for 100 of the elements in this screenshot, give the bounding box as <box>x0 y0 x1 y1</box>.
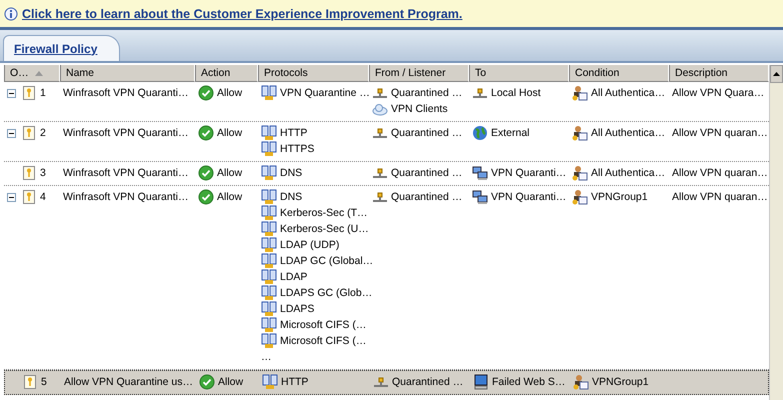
action-label: Allow <box>217 191 242 203</box>
protocol-label: LDAP GC (Global… <box>280 255 374 267</box>
key-icon <box>21 165 37 181</box>
column-header[interactable]: From / Listener <box>369 65 469 82</box>
protocol-icon <box>261 301 277 317</box>
source-label: Quarantined … <box>391 87 462 99</box>
protocol-icon <box>261 221 277 237</box>
computers-icon <box>472 165 488 181</box>
globe-icon <box>472 125 488 141</box>
condition-label: VPNGroup1 <box>591 191 648 203</box>
column-header[interactable]: To <box>469 65 569 82</box>
protocol-icon <box>261 253 277 269</box>
rule-name: Winfrasoft VPN Quaranti… <box>63 127 188 139</box>
action-label: Allow <box>218 376 244 388</box>
column-header[interactable]: Name <box>60 65 195 82</box>
collapse-toggle[interactable] <box>7 128 16 138</box>
destination-label: Failed Web S… <box>492 376 566 388</box>
destination-label: VPN Quaranti… <box>491 167 566 179</box>
scroll-bar[interactable] <box>769 65 783 400</box>
collapse-toggle[interactable] <box>7 192 16 202</box>
protocol-icon <box>261 333 277 349</box>
collapse-toggle[interactable] <box>7 88 16 98</box>
protocol-icon <box>261 189 277 205</box>
protocol-icon <box>261 285 277 301</box>
cloud-icon <box>372 101 388 117</box>
protocol-label: Kerberos-Sec (U… <box>280 223 369 235</box>
check-icon <box>199 374 215 390</box>
users-icon <box>572 125 588 141</box>
info-icon <box>4 6 18 20</box>
condition-label: All Authentica… <box>591 87 666 99</box>
minus-icon <box>9 132 14 134</box>
action-label: Allow <box>217 127 242 139</box>
protocol-icon <box>261 317 277 333</box>
rule-name: Winfrasoft VPN Quaranti… <box>63 87 188 99</box>
tab[interactable]: Firewall Policy <box>3 35 120 61</box>
rule-name: Winfrasoft VPN Quaranti… <box>63 167 188 179</box>
protocol-label: DNS <box>280 191 302 203</box>
action-label: Allow <box>217 167 242 179</box>
table-row[interactable]: 3 Winfrasoft VPN Quaranti… Allow DNS Quarantined … VPN Quaranti… All Authentica… Allow VPN quaran… <box>4 162 769 186</box>
protocol-label: Kerberos-Sec (T… <box>280 207 368 219</box>
column-header[interactable]: Protocols <box>258 65 369 82</box>
table-row[interactable]: 5 Allow VPN Quarantine us… Allow HTTP Quarantined … Failed Web S… VPNGroup1 <box>4 370 769 395</box>
condition-label: All Authentica… <box>591 127 666 139</box>
protocol-icon <box>261 85 277 101</box>
order-number: 1 <box>40 87 46 99</box>
description-label: Allow VPN quaran… <box>672 191 768 203</box>
rule-name: Winfrasoft VPN Quaranti… <box>63 191 188 203</box>
check-icon <box>198 189 214 205</box>
column-header[interactable]: Action <box>195 65 258 82</box>
protocol-label: LDAPS GC (Glob… <box>280 287 372 299</box>
users-icon <box>572 165 588 181</box>
protocol-icon <box>262 374 278 390</box>
protocol-icon <box>261 237 277 253</box>
users-icon <box>572 85 588 101</box>
protocol-label: VPN Quarantine … <box>280 87 370 99</box>
protocol-label: LDAP <box>280 271 308 283</box>
column-header[interactable]: Condition <box>569 65 669 82</box>
protocol-label: DNS <box>280 167 302 179</box>
destination-label: VPN Quaranti… <box>491 191 566 203</box>
description-label: Allow VPN quaran… <box>672 127 768 139</box>
condition-label: All Authentica… <box>591 167 666 179</box>
source-label: VPN Clients <box>391 103 448 115</box>
protocol-label: Microsoft CIFS (… <box>280 335 366 347</box>
key-icon <box>21 189 37 205</box>
protocol-label: HTTP <box>280 127 308 139</box>
protocol-icon <box>261 205 277 221</box>
source-label: Quarantined … <box>391 127 462 139</box>
protocol-icon <box>261 165 277 181</box>
computers-icon <box>472 189 488 205</box>
minus-icon <box>9 92 14 94</box>
order-number: 5 <box>41 376 47 388</box>
table-row[interactable]: 1 Winfrasoft VPN Quaranti… Allow VPN Quarantine … Quarantined … VPN Clients Local Host All Authentica… Allow VPN Quara… <box>4 82 769 122</box>
column-header[interactable]: Description <box>669 65 769 82</box>
protocol-label: LDAPS <box>280 303 314 315</box>
protocol-label: HTTPS <box>280 143 314 155</box>
protocol-label: Microsoft CIFS (… <box>280 319 366 331</box>
source-label: Quarantined … <box>391 167 462 179</box>
order-number: 3 <box>40 167 46 179</box>
protocol-icon <box>261 125 277 141</box>
monitor-icon <box>473 374 489 390</box>
table-row[interactable]: 2 Winfrasoft VPN Quaranti… Allow HTTP HTTPS Quarantined … External All Authentica… Allow VPN quaran… <box>4 122 769 162</box>
order-number: 2 <box>40 127 46 139</box>
protocol-icon <box>261 141 277 157</box>
protocol-icon <box>261 269 277 285</box>
users-icon <box>573 374 589 390</box>
sort-icon <box>34 70 43 76</box>
protocol-label: HTTP <box>281 376 308 388</box>
column-header[interactable]: O… <box>4 65 60 82</box>
users-icon <box>572 189 588 205</box>
rule-name: Allow VPN Quarantine us… <box>64 376 193 388</box>
source-label: Quarantined … <box>392 376 464 388</box>
description-label: Allow VPN quaran… <box>672 167 768 179</box>
order-number: 4 <box>40 191 46 203</box>
check-icon <box>198 125 214 141</box>
destination-label: Local Host <box>491 87 541 99</box>
key-icon <box>21 85 37 101</box>
protocol-label: LDAP (UDP) <box>280 239 340 251</box>
key-icon <box>22 374 38 390</box>
key-icon <box>21 125 37 141</box>
condition-label: VPNGroup1 <box>592 376 649 388</box>
